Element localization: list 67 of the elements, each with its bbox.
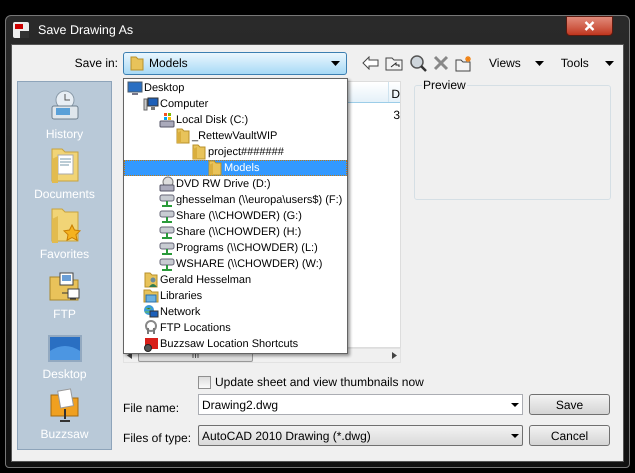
network-drive-icon bbox=[159, 256, 175, 272]
save-in-dropdown[interactable]: Models bbox=[123, 52, 347, 74]
network-drive-icon bbox=[159, 224, 175, 240]
save-button[interactable]: Save bbox=[529, 394, 610, 415]
tree-item[interactable]: project####### bbox=[124, 144, 347, 160]
tree-item[interactable]: ghesselman (\\europa\users$) (F:) bbox=[124, 192, 347, 208]
views-menu[interactable]: Views bbox=[489, 54, 544, 72]
network-icon bbox=[143, 304, 159, 320]
dropdown-caret-icon bbox=[604, 60, 614, 66]
monitor-icon bbox=[127, 80, 143, 96]
grip-icon bbox=[192, 353, 199, 358]
tree-item[interactable]: Network bbox=[124, 304, 347, 320]
close-button[interactable] bbox=[566, 16, 613, 36]
window-title: Save Drawing As bbox=[38, 22, 134, 39]
network-drive-icon bbox=[159, 192, 175, 208]
tree-item[interactable]: Gerald Hesselman bbox=[124, 272, 347, 288]
dropdown-caret-icon bbox=[511, 434, 519, 438]
file-name-field[interactable]: Drawing2.dwg bbox=[198, 394, 523, 415]
table-cell-text: 3 bbox=[392, 107, 400, 124]
column-header[interactable]: D bbox=[389, 82, 400, 102]
dvd-drive-icon bbox=[159, 176, 175, 192]
tree-item[interactable]: Local Disk (C:) bbox=[124, 112, 347, 128]
folder-icon bbox=[207, 160, 223, 176]
tree-item[interactable]: _RettewVaultWIP bbox=[124, 128, 347, 144]
file-name-value: Drawing2.dwg bbox=[202, 396, 278, 414]
folder-icon bbox=[130, 55, 144, 71]
library-icon bbox=[143, 288, 159, 304]
drive-icon bbox=[159, 112, 175, 128]
dropdown-caret-icon bbox=[534, 60, 544, 66]
monitor-icon bbox=[48, 335, 82, 363]
checkbox[interactable] bbox=[198, 376, 211, 388]
network-drive-icon bbox=[159, 240, 175, 256]
save-in-value: Models bbox=[149, 55, 188, 72]
tree-item[interactable]: Programs (\\CHOWDER) (L:) bbox=[124, 240, 347, 256]
tree-item[interactable]: Share (\\CHOWDER) (H:) bbox=[124, 224, 347, 240]
back-arrow-icon[interactable] bbox=[362, 56, 379, 70]
new-folder-icon[interactable] bbox=[455, 54, 473, 72]
file-type-dropdown[interactable]: AutoCAD 2010 Drawing (*.dwg) bbox=[198, 425, 523, 446]
tree-item[interactable]: Computer bbox=[124, 96, 347, 112]
computer-icon bbox=[143, 96, 159, 112]
tree-item[interactable]: Share (\\CHOWDER) (G:) bbox=[124, 208, 347, 224]
user-folder-icon bbox=[143, 272, 159, 288]
tree-item[interactable]: FTP Locations bbox=[124, 320, 347, 336]
cancel-button[interactable]: Cancel bbox=[529, 425, 610, 446]
tree-item[interactable]: WSHARE (\\CHOWDER) (W:) bbox=[124, 256, 347, 272]
folder-icon bbox=[175, 128, 191, 144]
app-icon bbox=[12, 21, 30, 39]
file-type-label: Files of type: bbox=[123, 430, 192, 447]
preview-label: Preview bbox=[422, 78, 467, 92]
scroll-right-icon[interactable] bbox=[392, 352, 397, 359]
file-type-value: AutoCAD 2010 Drawing (*.dwg) bbox=[202, 428, 371, 444]
close-icon bbox=[584, 21, 595, 31]
delete-icon[interactable] bbox=[433, 55, 449, 71]
dropdown-caret-icon bbox=[331, 60, 340, 66]
tree-item[interactable]: Desktop bbox=[124, 80, 347, 96]
dropdown-caret-icon bbox=[511, 402, 519, 406]
tree-item[interactable]: Buzzsaw Location Shortcuts bbox=[124, 336, 347, 352]
tools-menu[interactable]: Tools bbox=[560, 54, 614, 72]
tree-item[interactable]: DVD RW Drive (D:) bbox=[124, 176, 347, 192]
network-drive-icon bbox=[159, 208, 175, 224]
folder-icon bbox=[191, 144, 207, 160]
checkbox-label: Update sheet and view thumbnails now bbox=[215, 374, 424, 391]
up-folder-icon[interactable] bbox=[385, 55, 403, 71]
tree-item[interactable]: Libraries bbox=[124, 288, 347, 304]
save-in-label: Save in: bbox=[74, 55, 119, 72]
folder-icon bbox=[48, 387, 82, 423]
file-name-label: File name: bbox=[123, 400, 180, 416]
